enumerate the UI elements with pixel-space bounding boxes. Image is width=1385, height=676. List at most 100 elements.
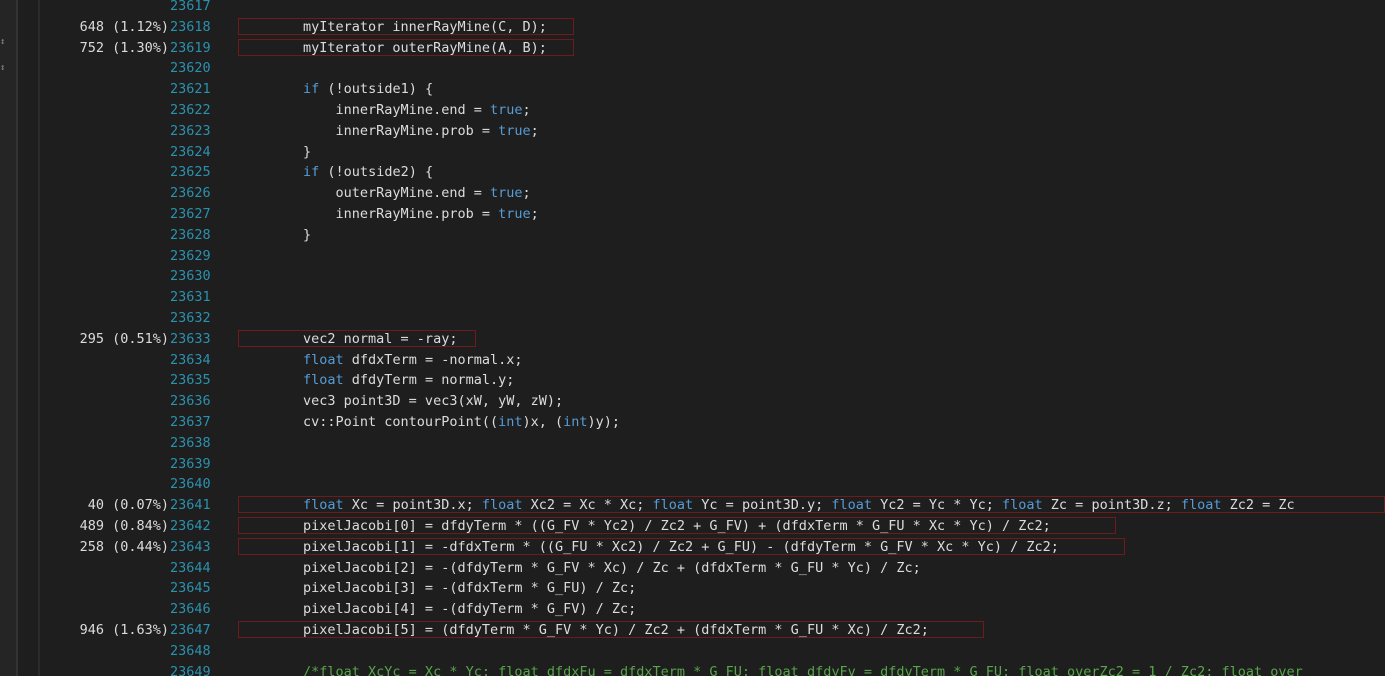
code-line[interactable]: 23634 float dfdxTerm = -normal.x; (0, 350, 1385, 371)
code-token: pixelJacobi[1] = -dfdxTerm * ((G_FU * Xc… (238, 538, 1059, 555)
code-token: pixelJacobi[0] = dfdyTerm * ((G_FV * Yc2… (238, 517, 1051, 534)
code-line[interactable]: 23639 (0, 454, 1385, 475)
code-line[interactable]: 258 (0.44%) 23643 pixelJacobi[1] = -dfdxT… (0, 537, 1385, 558)
line-number: 23636 (170, 393, 211, 410)
code-line[interactable]: 489 (0.84%) 23642 pixelJacobi[0] = dfdyTe… (0, 516, 1385, 537)
code-text[interactable]: vec2 normal = -ray; (238, 329, 457, 350)
code-token: cv::Point contourPoint(( (238, 413, 499, 430)
code-text[interactable]: cv::Point contourPoint((int)x, (int)y); (238, 412, 620, 433)
code-line[interactable]: 23640 (0, 474, 1385, 495)
code-token: innerRayMine.prob = (238, 122, 499, 139)
code-line[interactable]: 23617 (0, 0, 1385, 17)
code-line[interactable]: 23638 (0, 433, 1385, 454)
code-lines: 23617 648 (1.12%) 23618 myIterator innerRa… (0, 0, 1385, 676)
line-number: 23642 (170, 517, 211, 534)
code-text[interactable]: outerRayMine.end = true; (238, 183, 531, 204)
code-line[interactable]: 23621 if (!outside1) { (0, 79, 1385, 100)
code-text[interactable]: pixelJacobi[4] = -(dfdyTerm * G_FV) / Zc… (238, 599, 636, 620)
code-line[interactable]: 23622 innerRayMine.end = true; (0, 100, 1385, 121)
line-number: 23621 (170, 81, 211, 98)
code-text[interactable]: pixelJacobi[5] = (dfdyTerm * G_FV * Yc) … (238, 620, 929, 641)
line-number: 23624 (170, 143, 211, 160)
line-number: 23632 (170, 309, 211, 326)
keyword-token: float (303, 497, 344, 514)
line-number: 23625 (170, 164, 211, 181)
code-line[interactable]: 23648 (0, 641, 1385, 662)
code-text[interactable]: pixelJacobi[1] = -dfdxTerm * ((G_FU * Xc… (238, 537, 1059, 558)
line-number: 23627 (170, 205, 211, 222)
code-text[interactable]: float Xc = point3D.x; float Xc2 = Xc * X… (238, 495, 1295, 516)
line-number: 23634 (170, 351, 211, 368)
keyword-token: float (1002, 497, 1043, 514)
code-text[interactable]: } (238, 142, 311, 163)
code-line[interactable]: 23630 (0, 266, 1385, 287)
code-line[interactable]: 752 (1.30%) 23619 myIterator outerRayMine… (0, 38, 1385, 59)
code-text[interactable]: innerRayMine.prob = true; (238, 204, 539, 225)
keyword-token: float (481, 497, 523, 514)
code-token: } (238, 226, 312, 243)
code-line[interactable]: 23628 } (0, 225, 1385, 246)
code-line[interactable]: 23635 float dfdyTerm = normal.y; (0, 370, 1385, 391)
sample-count: 648 (1.12%) (79, 18, 169, 35)
code-text[interactable]: vec3 point3D = vec3(xW, yW, zW); (238, 391, 563, 412)
code-line[interactable]: 23625 if (!outside2) { (0, 162, 1385, 183)
line-number: 23647 (170, 621, 211, 638)
code-editor[interactable]: ↕ ↕ 23617 648 (1.12%) 23618 myIterator inn… (0, 0, 1385, 676)
code-text[interactable]: float dfdyTerm = normal.y; (238, 370, 514, 391)
line-number: 23630 (170, 268, 211, 285)
code-text[interactable]: innerRayMine.prob = true; (238, 121, 539, 142)
code-text[interactable]: pixelJacobi[0] = dfdyTerm * ((G_FV * Yc2… (238, 516, 1051, 537)
line-number: 23643 (170, 538, 211, 555)
line-number: 23623 (170, 122, 211, 139)
keyword-token: float (652, 497, 694, 514)
code-text[interactable]: innerRayMine.end = true; (238, 100, 531, 121)
code-text[interactable]: if (!outside1) { (238, 79, 433, 100)
code-text[interactable]: myIterator outerRayMine(A, B); (238, 38, 547, 59)
code-text[interactable]: if (!outside2) { (238, 162, 433, 183)
sample-count: 489 (0.84%) (79, 517, 169, 534)
code-line[interactable]: 23637 cv::Point contourPoint((int)x, (in… (0, 412, 1385, 433)
line-number: 23638 (170, 434, 211, 451)
code-line[interactable]: 946 (1.63%) 23647 pixelJacobi[5] = (dfdyT… (0, 620, 1385, 641)
code-text[interactable]: } (238, 225, 311, 246)
code-line[interactable]: 23623 innerRayMine.prob = true; (0, 121, 1385, 142)
code-line[interactable]: 23626 outerRayMine.end = true; (0, 183, 1385, 204)
code-line[interactable]: 23624 } (0, 142, 1385, 163)
code-token: myIterator innerRayMine(C, D); (238, 18, 547, 35)
line-number: 23648 (170, 642, 211, 659)
line-number: 23622 (170, 101, 211, 118)
line-number: 23640 (170, 476, 211, 493)
code-text[interactable]: myIterator innerRayMine(C, D); (238, 17, 547, 38)
code-line[interactable]: 23649 /*float XcYc = Xc * Yc; float dfdx… (0, 662, 1385, 676)
code-token: Yc = point3D.y; (693, 497, 832, 514)
code-text[interactable]: pixelJacobi[3] = -(dfdxTerm * G_FU) / Zc… (238, 578, 636, 599)
code-token: (!outside1) { (319, 81, 434, 98)
code-token: Zc = point3D.z; (1042, 497, 1181, 514)
sample-count: 752 (1.30%) (79, 39, 169, 56)
code-line[interactable]: 40 (0.07%) 23641 float Xc = point3D.x; fl… (0, 495, 1385, 516)
code-token: pixelJacobi[3] = -(dfdxTerm * G_FU) / Zc… (238, 580, 637, 597)
code-line[interactable]: 23631 (0, 287, 1385, 308)
code-text[interactable]: /*float XcYc = Xc * Yc; float dfdxFu = d… (238, 662, 1303, 676)
code-line[interactable]: 23644 pixelJacobi[2] = -(dfdyTerm * G_FV… (0, 558, 1385, 579)
code-line[interactable]: 23646 pixelJacobi[4] = -(dfdyTerm * G_FV… (0, 599, 1385, 620)
code-line[interactable]: 23627 innerRayMine.prob = true; (0, 204, 1385, 225)
code-line[interactable]: 295 (0.51%) 23633 vec2 normal = -ray; (0, 329, 1385, 350)
code-line[interactable]: 23632 (0, 308, 1385, 329)
code-text[interactable]: pixelJacobi[2] = -(dfdyTerm * G_FV * Xc)… (238, 558, 921, 579)
line-number: 23619 (170, 39, 211, 56)
keyword-token: true (498, 205, 531, 222)
line-number: 23618 (170, 18, 211, 35)
code-line[interactable]: 23645 pixelJacobi[3] = -(dfdxTerm * G_FU… (0, 578, 1385, 599)
code-line[interactable]: 23629 (0, 246, 1385, 267)
code-line[interactable]: 23636 vec3 point3D = vec3(xW, yW, zW); (0, 391, 1385, 412)
code-text[interactable]: float dfdxTerm = -normal.x; (238, 350, 522, 371)
keyword-token: true (489, 185, 523, 202)
code-line[interactable]: 648 (1.12%) 23618 myIterator innerRayMine… (0, 17, 1385, 38)
line-number: 23626 (170, 185, 211, 202)
keyword-token: true (489, 101, 523, 118)
comment-token: /*float XcYc = Xc * Yc; float dfdxFu = d… (238, 663, 1303, 676)
code-line[interactable]: 23620 (0, 58, 1385, 79)
